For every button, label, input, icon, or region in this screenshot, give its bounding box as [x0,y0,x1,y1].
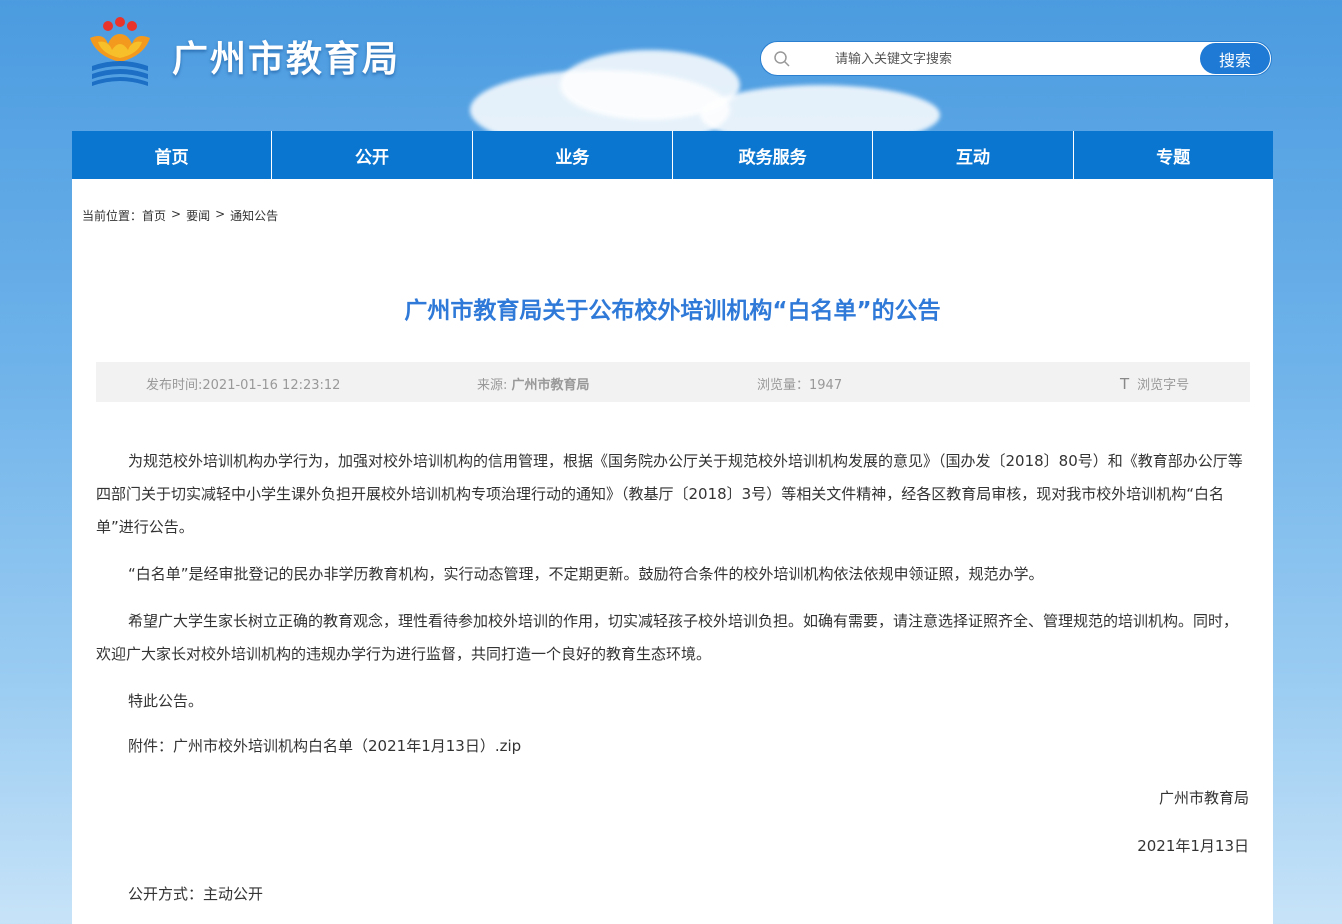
search-input[interactable] [835,48,1195,70]
site-header: 广州市教育局 搜索 [0,0,1342,131]
attachment-row: 附件：广州市校外培训机构白名单（2021年1月13日）.zip [128,735,521,756]
article-paragraph: 特此公告。 [128,692,204,710]
nav-item-business[interactable]: 业务 [473,131,673,179]
article-container: 当前位置： 首页 > 要闻 > 通知公告 广州市教育局关于公布校外培训机构“白名… [72,179,1273,924]
breadcrumb-notices[interactable]: 通知公告 [230,207,278,224]
article-paragraph: “白名单”是经审批登记的民办非学历教育机构，实行动态管理，不定期更新。鼓励符合条… [128,565,1044,583]
bureau-logo-icon[interactable] [84,16,156,88]
article-title: 广州市教育局关于公布校外培训机构“白名单”的公告 [404,298,941,324]
nav-item-home[interactable]: 首页 [72,131,273,179]
source-label: 来源: [477,378,512,393]
article-source: 来源: 广州市教育局 [477,374,590,393]
breadcrumb-separator: > [171,207,182,221]
signing-organization: 广州市教育局 [1158,789,1249,807]
font-size-toggle[interactable]: T 浏览字号 [1120,374,1189,393]
search-button[interactable]: 搜索 [1200,43,1270,74]
attachment-link[interactable]: 广州市校外培训机构白名单（2021年1月13日）.zip [173,737,521,755]
breadcrumb-news[interactable]: 要闻 [186,207,210,224]
nav-item-interaction[interactable]: 互动 [873,131,1074,179]
main-nav: 首页 公开 业务 政务服务 互动 专题 [72,131,1273,179]
attachment-label: 附件： [128,737,174,755]
signing-date: 2021年1月13日 [1137,837,1249,855]
nav-item-topics[interactable]: 专题 [1074,131,1273,179]
article-body: 为规范校外培训机构办学行为，加强对校外培训机构的信用管理，根据《国务院办公厅关于… [96,445,1250,732]
breadcrumb-prefix: 当前位置： [82,209,143,223]
breadcrumb-home[interactable]: 首页 [142,207,166,224]
nav-item-disclosure[interactable]: 公开 [272,131,473,179]
site-title: 广州市教育局 [172,39,401,80]
article-meta-bar: 发布时间:2021-01-16 12:23:12 来源: 广州市教育局 浏览量：… [96,362,1250,402]
source-value: 广州市教育局 [511,378,590,393]
nav-item-gov-services[interactable]: 政务服务 [673,131,874,179]
disclosure-method: 公开方式：主动公开 [128,885,264,903]
publish-time: 发布时间:2021-01-16 12:23:12 [146,378,341,393]
breadcrumb: 当前位置： 首页 > 要闻 > 通知公告 [82,207,278,224]
font-size-icon: T [1120,375,1130,393]
breadcrumb-separator: > [215,207,226,221]
view-count: 浏览量：1947 [757,378,843,393]
font-size-label: 浏览字号 [1137,378,1190,393]
article-paragraph: 希望广大学生家长树立正确的教育观念，理性看待参加校外培训的作用，切实减轻孩子校外… [96,612,1239,663]
article-paragraph: 为规范校外培训机构办学行为，加强对校外培训机构的信用管理，根据《国务院办公厅关于… [96,452,1243,536]
search-box: 搜索 [760,41,1272,76]
search-icon [774,51,790,67]
